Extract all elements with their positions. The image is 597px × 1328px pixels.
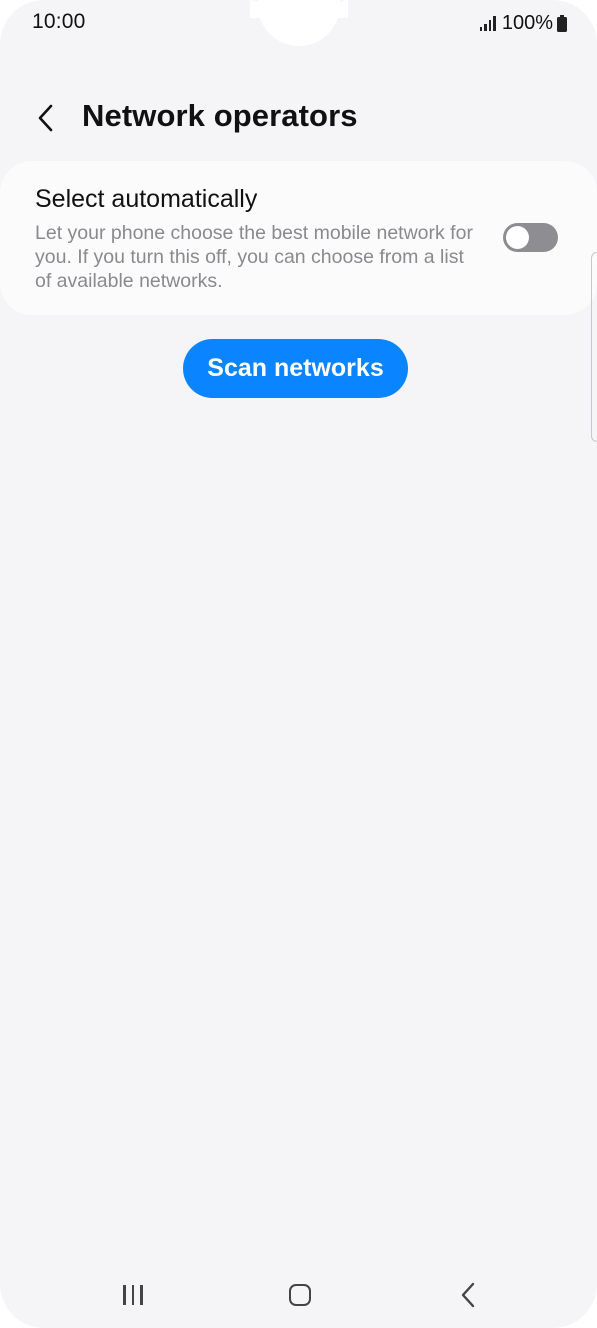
chevron-left-icon <box>38 104 53 132</box>
toggle-knob <box>506 226 529 249</box>
signal-bars-icon <box>479 15 498 31</box>
navigation-bar <box>0 1262 597 1328</box>
edge-panel-handle[interactable] <box>591 252 597 442</box>
back-button[interactable] <box>26 96 66 140</box>
page-title: Network operators <box>82 98 358 133</box>
select-automatically-description: Let your phone choose the best mobile ne… <box>35 222 473 292</box>
back-icon[interactable] <box>450 1276 486 1314</box>
battery-percent: 100% <box>501 11 553 34</box>
status-time: 10:00 <box>32 10 86 33</box>
status-bar: 10:00 100% <box>0 0 597 46</box>
app-header: Network operators <box>0 90 597 146</box>
recents-icon[interactable] <box>113 1282 153 1310</box>
select-automatically-title: Select automatically <box>35 185 258 213</box>
scan-networks-button[interactable]: Scan networks <box>183 339 408 398</box>
home-icon[interactable] <box>281 1276 319 1314</box>
status-indicators: 100% <box>479 10 567 36</box>
battery-full-icon <box>557 14 567 32</box>
select-automatically-toggle[interactable] <box>503 223 558 252</box>
phone-screen: 10:00 100% Network operators Select auto… <box>0 0 597 1328</box>
